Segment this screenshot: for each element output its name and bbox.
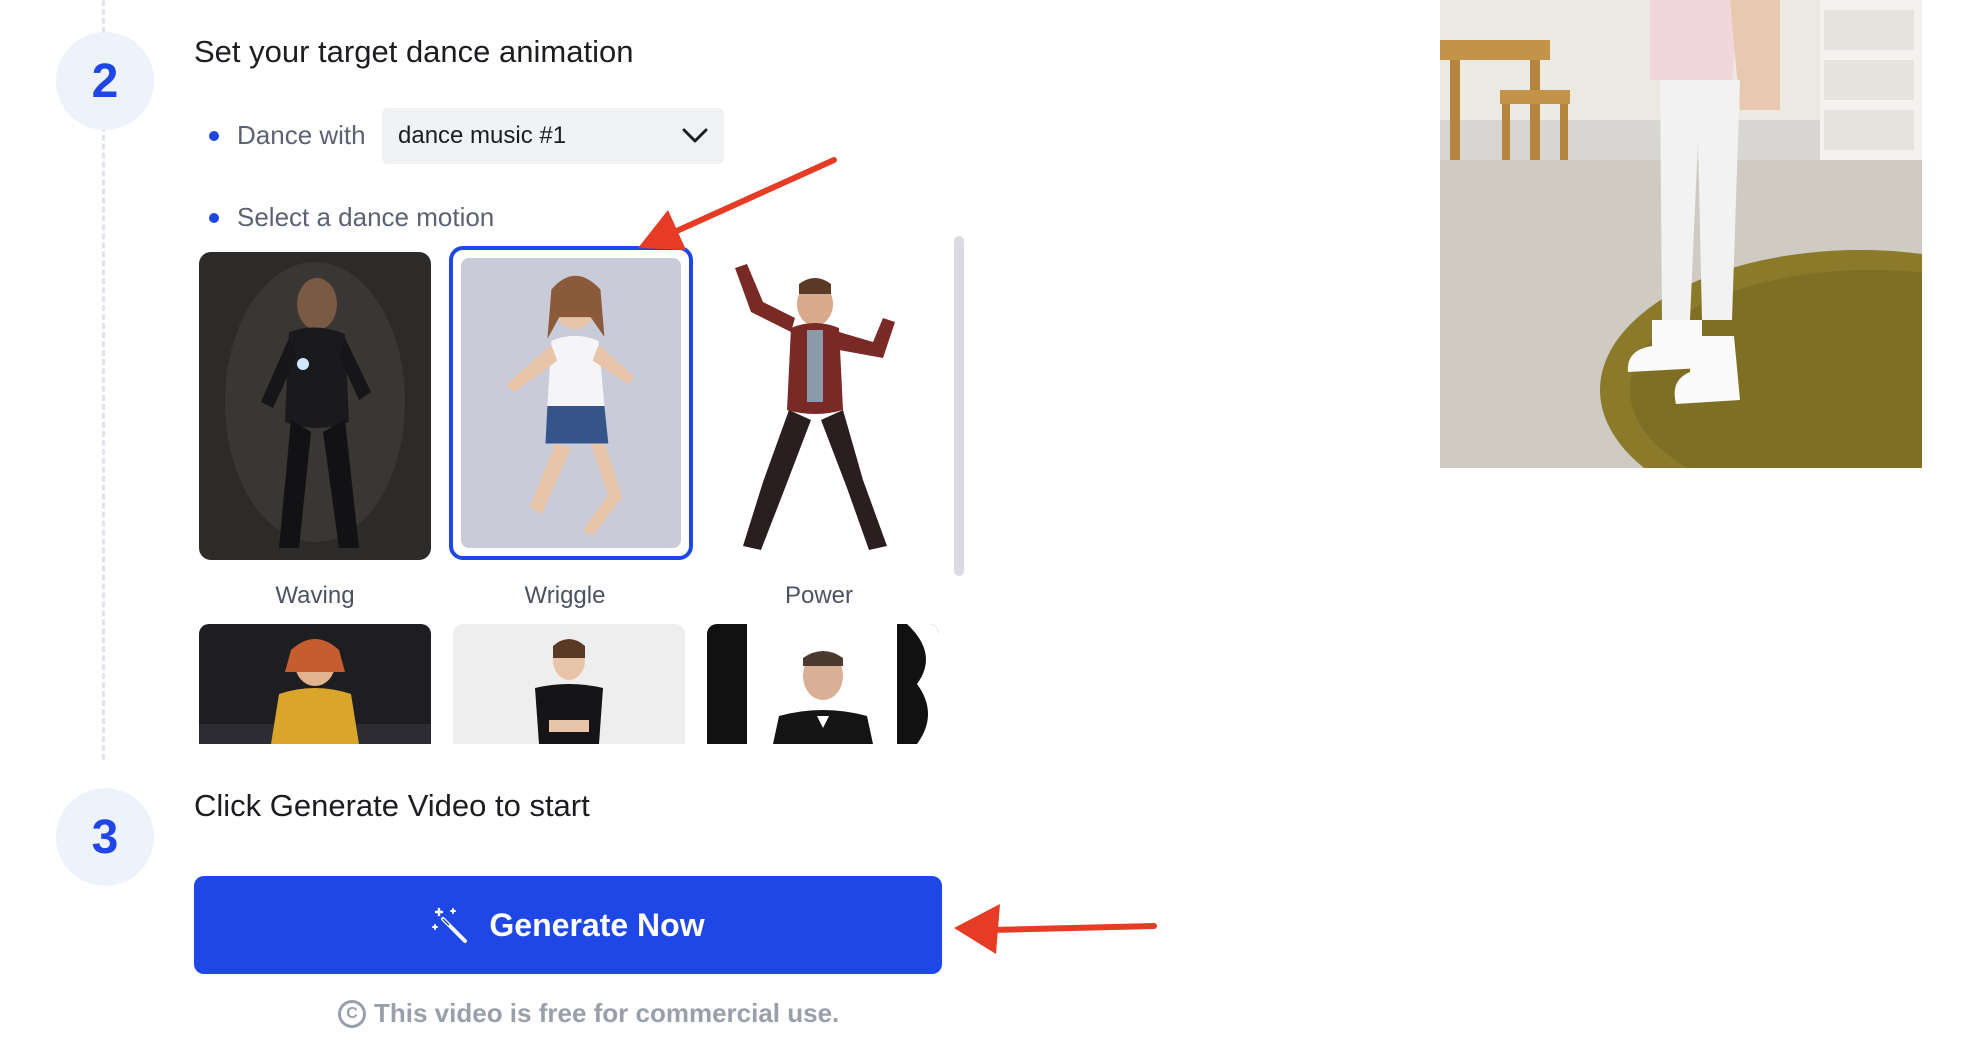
motion-card-power[interactable]: Power [703,252,935,610]
motion-card-row2-3[interactable] [707,624,939,744]
step-3-number: 3 [91,810,119,864]
step-2-number: 2 [91,54,119,108]
motion-thumbnail-wriggle [449,246,693,560]
motion-thumbnail-waving [199,252,431,560]
motion-thumbnail-power [703,252,935,560]
motion-thumbnail-row2-1 [199,624,431,744]
motion-card-wriggle[interactable]: Wriggle [449,246,693,610]
magic-wand-icon [432,907,468,943]
chevron-down-icon [682,128,708,143]
motion-label-waving: Waving [275,582,355,609]
select-motion-label: Select a dance motion [237,202,495,232]
motion-card-row2-2[interactable] [453,624,685,744]
motion-thumbnail-row2-3 [707,624,939,744]
motion-label-wriggle: Wriggle [524,582,606,609]
motion-label-power: Power [784,582,854,609]
step-3-title: Click Generate Video to start [194,788,590,823]
copyright-icon: C [338,999,366,1028]
bullet-dot [209,212,219,223]
motion-grid-scrollbar[interactable] [954,236,964,576]
commercial-use-text: This video is free for commercial use. [374,998,840,1028]
annotation-arrow-generate [954,904,1157,954]
generate-now-button[interactable]: Generate Now [194,876,942,974]
annotation-arrow-motion [638,157,837,250]
select-motion-row: Select a dance motion [209,202,494,233]
generate-now-label: Generate Now [489,906,705,943]
motion-grid: Waving Wriggle Power [199,244,969,744]
motion-thumbnail-row2-2 [453,624,685,744]
dance-with-row: Dance with [209,120,366,151]
step-2-badge: 2 [56,32,154,130]
motion-card-waving[interactable]: Waving [199,252,431,610]
commercial-use-note: C This video is free for commercial use. [338,998,839,1029]
motion-card-row2-1[interactable] [199,624,431,744]
uploaded-photo-preview [1440,0,1922,468]
step-3-badge: 3 [56,788,154,886]
dance-with-label: Dance with [237,120,366,150]
step-2-title: Set your target dance animation [194,34,634,69]
dance-music-selected-value: dance music #1 [398,122,567,149]
bullet-dot [209,130,219,141]
